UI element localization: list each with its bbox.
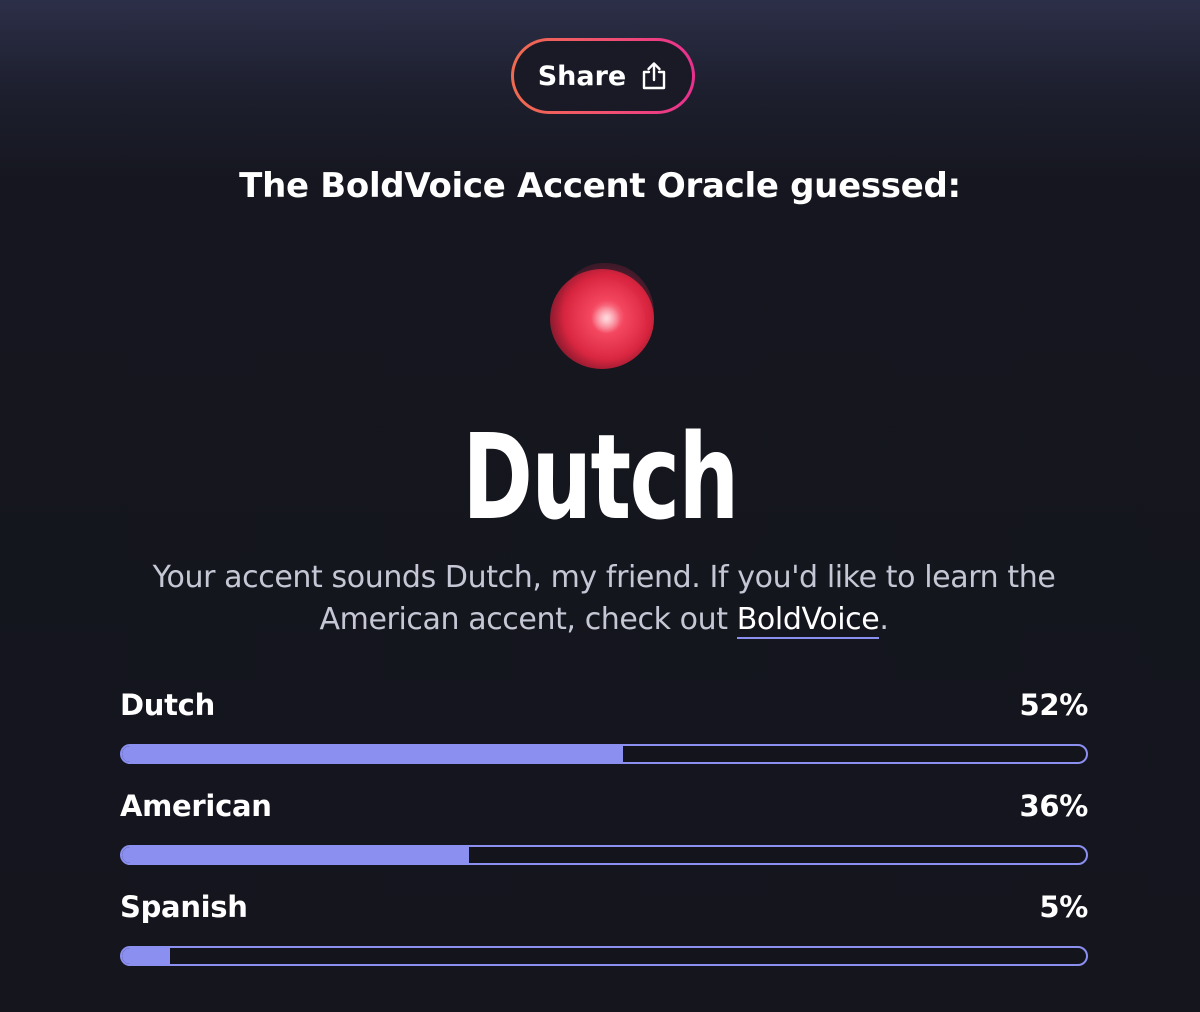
oracle-headline: The BoldVoice Accent Oracle guessed: bbox=[239, 166, 961, 206]
score-label: Dutch bbox=[120, 688, 215, 722]
boldvoice-link[interactable]: BoldVoice bbox=[736, 602, 880, 639]
score-row-dutch: Dutch 52% bbox=[120, 688, 1088, 764]
description-text: Your accent sounds Dutch, my friend. If … bbox=[152, 560, 1056, 637]
orb-highlight-layer bbox=[546, 277, 646, 371]
share-button-inner[interactable]: Share bbox=[514, 41, 692, 111]
score-bar-fill bbox=[122, 746, 624, 762]
share-button[interactable]: Share bbox=[511, 38, 695, 114]
accent-description: Your accent sounds Dutch, my friend. If … bbox=[150, 557, 1058, 641]
guessed-accent-title: Dutch bbox=[462, 408, 739, 546]
share-button-label: Share bbox=[537, 60, 627, 92]
score-bar bbox=[120, 744, 1088, 764]
score-row-spanish: Spanish 5% bbox=[120, 890, 1088, 966]
description-period: . bbox=[879, 602, 889, 637]
score-percent: 5% bbox=[1039, 890, 1088, 924]
score-bar-fill bbox=[122, 948, 171, 964]
accent-orb-graphic bbox=[546, 263, 662, 375]
score-row-american: American 36% bbox=[120, 789, 1088, 865]
share-upload-icon bbox=[640, 61, 668, 91]
score-label: American bbox=[120, 789, 272, 823]
score-label: Spanish bbox=[120, 890, 248, 924]
score-bar bbox=[120, 946, 1088, 966]
score-bar-fill bbox=[122, 847, 470, 863]
score-percent: 52% bbox=[1019, 688, 1088, 722]
score-percent: 36% bbox=[1019, 789, 1088, 823]
score-bar bbox=[120, 845, 1088, 865]
